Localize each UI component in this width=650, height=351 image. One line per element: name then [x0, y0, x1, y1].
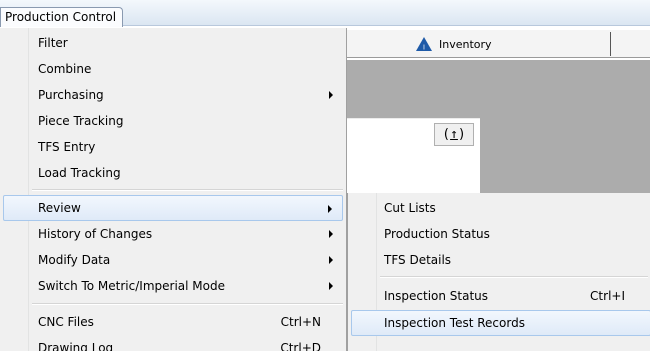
up-arrow-icon: ↑ — [450, 127, 458, 142]
menu-item-label: History of Changes — [38, 227, 153, 241]
submenu-item-inspection-test-records[interactable]: Inspection Test Records — [351, 310, 650, 336]
menu-item-shortcut: Ctrl+D — [280, 341, 321, 351]
menu-item-label: Piece Tracking — [38, 114, 124, 128]
chevron-right-icon — [329, 230, 333, 238]
submenu-item-label: TFS Details — [384, 253, 452, 267]
menu-item-load-tracking[interactable]: Load Tracking — [3, 160, 343, 186]
submenu-item-production-status[interactable]: Production Status — [351, 221, 650, 247]
inventory-triangle-icon: I — [416, 37, 432, 52]
menu-separator — [32, 303, 343, 305]
menu-item-label: Switch To Metric/Imperial Mode — [38, 279, 225, 293]
menu-item-label: Load Tracking — [38, 166, 121, 180]
menu-item-piece-tracking[interactable]: Piece Tracking — [3, 108, 343, 134]
submenu-item-label: Inspection Test Records — [384, 316, 525, 330]
menu-separator — [32, 189, 343, 191]
menu-item-purchasing[interactable]: Purchasing — [3, 82, 343, 108]
chevron-right-icon — [329, 282, 333, 290]
review-submenu: Cut Lists Production Status TFS Details … — [347, 193, 650, 351]
menu-item-review[interactable]: Review — [3, 195, 343, 221]
submenu-item-shortcut: Ctrl+I — [590, 289, 625, 303]
tab-inventory-label: Inventory — [439, 37, 492, 51]
submenu-item-label: Production Status — [384, 227, 490, 241]
submenu-separator — [380, 276, 648, 278]
menu-item-label: Modify Data — [38, 253, 111, 267]
up-button[interactable]: (↑) — [434, 123, 474, 146]
chevron-right-icon — [329, 91, 333, 99]
submenu-item-tfs-details[interactable]: TFS Details — [351, 247, 650, 273]
submenu-item-inspection-status[interactable]: Inspection Status Ctrl+I — [351, 283, 650, 309]
menu-item-label: Combine — [38, 62, 92, 76]
menu-item-modify-data[interactable]: Modify Data — [3, 247, 343, 273]
menu-item-label: Purchasing — [38, 88, 104, 102]
tab-separator — [610, 32, 611, 56]
menu-item-label: TFS Entry — [38, 140, 96, 154]
menu-item-label: Review — [38, 201, 81, 215]
menu-item-combine[interactable]: Combine — [3, 56, 343, 82]
submenu-item-cut-lists[interactable]: Cut Lists — [351, 195, 650, 221]
production-control-menu: Filter Combine Purchasing Piece Tracking… — [0, 28, 347, 351]
tab-bar — [347, 30, 650, 58]
chevron-right-icon — [329, 256, 333, 264]
submenu-item-label: Inspection Status — [384, 289, 489, 303]
menu-item-label: Drawing Log — [38, 341, 114, 351]
menu-bar: Production Control — [0, 0, 650, 27]
menu-item-tfs-entry[interactable]: TFS Entry — [3, 134, 343, 160]
menu-item-switch-metric-imperial[interactable]: Switch To Metric/Imperial Mode — [3, 273, 343, 299]
menu-item-cnc-files[interactable]: CNC Files Ctrl+N — [3, 309, 343, 335]
menu-item-filter[interactable]: Filter — [3, 30, 343, 56]
menu-item-label: Filter — [38, 36, 68, 50]
chevron-right-icon — [328, 205, 332, 213]
menu-item-drawing-log[interactable]: Drawing Log Ctrl+D — [3, 335, 343, 351]
submenu-item-label: Cut Lists — [384, 201, 436, 215]
svg-text:I: I — [423, 45, 425, 52]
menu-item-shortcut: Ctrl+N — [280, 315, 321, 329]
menu-production-control[interactable]: Production Control — [0, 7, 124, 27]
menu-item-label: CNC Files — [38, 315, 94, 329]
tab-inventory[interactable]: I Inventory — [415, 33, 492, 55]
menu-item-history-of-changes[interactable]: History of Changes — [3, 221, 343, 247]
